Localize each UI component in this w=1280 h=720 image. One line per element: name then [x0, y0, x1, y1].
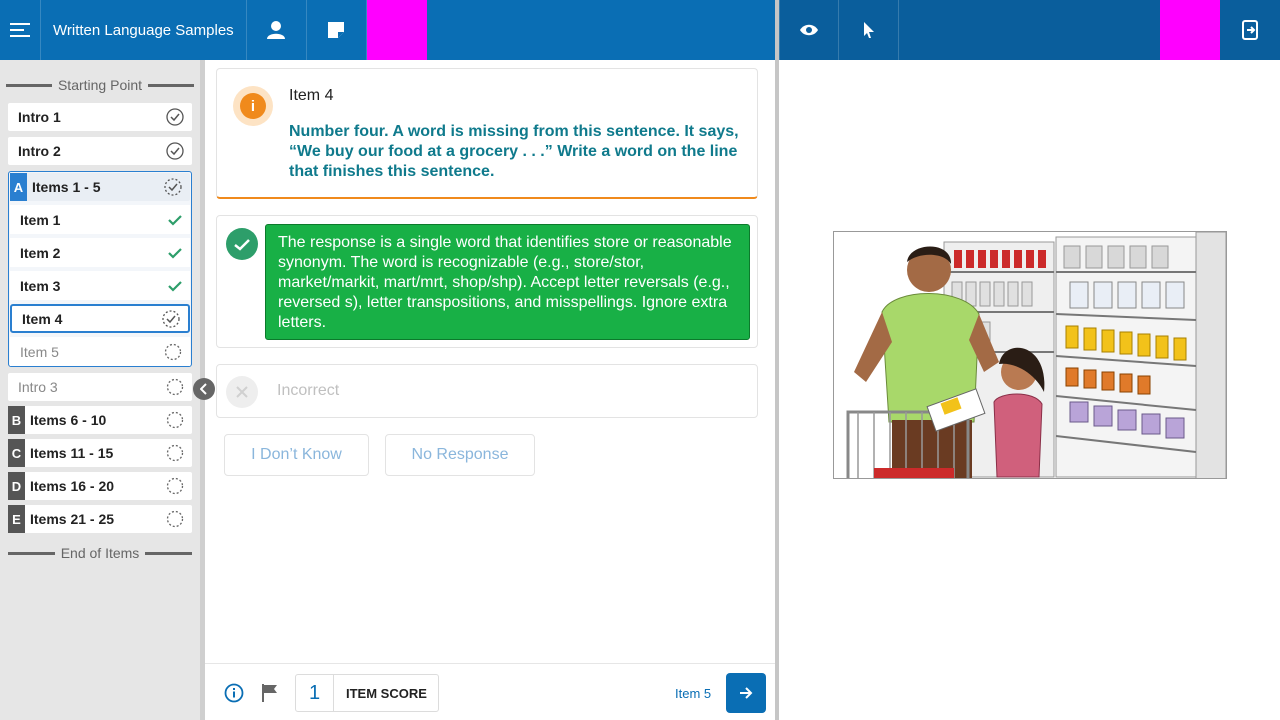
item-score-value: 1: [296, 675, 334, 711]
eye-icon: [800, 24, 818, 36]
dont-know-button[interactable]: I Don’t Know: [224, 434, 369, 476]
item-prompt-text: Number four. A word is missing from this…: [289, 123, 739, 180]
highlight-block-right: [1160, 0, 1220, 60]
end-of-items-label: End of Items: [0, 542, 200, 564]
stimulus-image: [833, 231, 1227, 479]
highlight-block: [366, 0, 427, 60]
item-title: Item 4: [289, 87, 334, 104]
empty-circle-icon: [166, 477, 184, 495]
starting-point-label: Starting Point: [0, 74, 200, 96]
item-score-label: ITEM SCORE: [346, 685, 427, 701]
chevron-left-icon: [200, 383, 207, 395]
examinee-button[interactable]: [247, 0, 307, 60]
item-prompt-card: i Item 4 Number four. A word is missing …: [216, 68, 758, 199]
item-score-box[interactable]: 1 ITEM SCORE: [295, 674, 439, 712]
check-circle-icon: [166, 142, 184, 160]
incorrect-response-card[interactable]: Incorrect: [216, 364, 758, 418]
progress-circle-icon: [164, 178, 182, 196]
sidebar-group-c[interactable]: C Items 11 - 15: [8, 439, 192, 467]
flag-icon[interactable]: [261, 683, 279, 703]
app-title: Written Language Samples: [41, 0, 247, 60]
hamburger-icon: [10, 23, 30, 37]
notes-button[interactable]: [307, 0, 367, 60]
empty-circle-icon: [166, 444, 184, 462]
sidebar-subitem-3[interactable]: Item 3: [10, 271, 190, 300]
sidebar-subitem-1[interactable]: Item 1: [10, 205, 190, 234]
pointer-button[interactable]: [839, 0, 899, 60]
empty-circle-icon: [166, 411, 184, 429]
note-icon: [328, 22, 345, 38]
top-bar-left: Written Language Samples: [0, 0, 775, 60]
arrow-right-icon: [740, 687, 753, 699]
sidebar-subitem-2[interactable]: Item 2: [10, 238, 190, 267]
grocery-store-illustration: [834, 232, 1226, 478]
sidebar-item-intro-3[interactable]: Intro 3: [8, 373, 192, 401]
sidebar-group-a[interactable]: A Items 1 - 5: [10, 173, 190, 201]
check-icon: [168, 247, 182, 259]
pane-divider[interactable]: [775, 0, 779, 720]
preview-button[interactable]: [779, 0, 839, 60]
exit-button[interactable]: [1220, 0, 1280, 60]
sidebar-item-intro-2[interactable]: Intro 2: [8, 137, 192, 165]
collapse-sidebar-button[interactable]: [193, 378, 215, 400]
next-item-label: Item 5: [675, 686, 712, 701]
exit-icon: [1242, 20, 1258, 40]
correct-response-text: The response is a single word that ident…: [265, 224, 750, 340]
info-outline-icon[interactable]: [224, 683, 244, 703]
check-circle-icon: [166, 108, 184, 126]
incorrect-label: Incorrect: [277, 382, 340, 399]
incorrect-x-icon: [226, 376, 258, 408]
empty-circle-icon: [166, 378, 184, 396]
correct-response-card[interactable]: The response is a single word that ident…: [216, 215, 758, 348]
top-bar-right: [779, 0, 1280, 60]
top-bar-spacer: [899, 0, 1160, 60]
no-response-button[interactable]: No Response: [385, 434, 535, 476]
sidebar-subitem-5[interactable]: Item 5: [10, 337, 190, 366]
sidebar-group-d[interactable]: D Items 16 - 20: [8, 472, 192, 500]
correct-check-icon: [226, 228, 258, 260]
check-icon: [168, 280, 182, 292]
sidebar-group-e[interactable]: E Items 21 - 25: [8, 505, 192, 533]
group-letter: A: [10, 173, 27, 201]
sidebar-subitem-4[interactable]: Item 4: [10, 304, 190, 333]
empty-circle-icon: [164, 343, 182, 360]
person-icon: [267, 21, 286, 39]
sidebar-group-b[interactable]: B Items 6 - 10: [8, 406, 192, 434]
empty-circle-icon: [166, 510, 184, 528]
next-item-button[interactable]: [726, 673, 766, 713]
sidebar-item-intro-1[interactable]: Intro 1: [8, 103, 192, 131]
menu-button[interactable]: [0, 0, 41, 60]
info-badge: i: [233, 86, 273, 126]
progress-circle-icon: [162, 309, 180, 328]
info-icon: i: [240, 93, 266, 119]
scoring-footer: 1 ITEM SCORE Item 5: [205, 663, 775, 720]
check-icon: [168, 214, 182, 226]
cursor-icon: [863, 22, 874, 38]
